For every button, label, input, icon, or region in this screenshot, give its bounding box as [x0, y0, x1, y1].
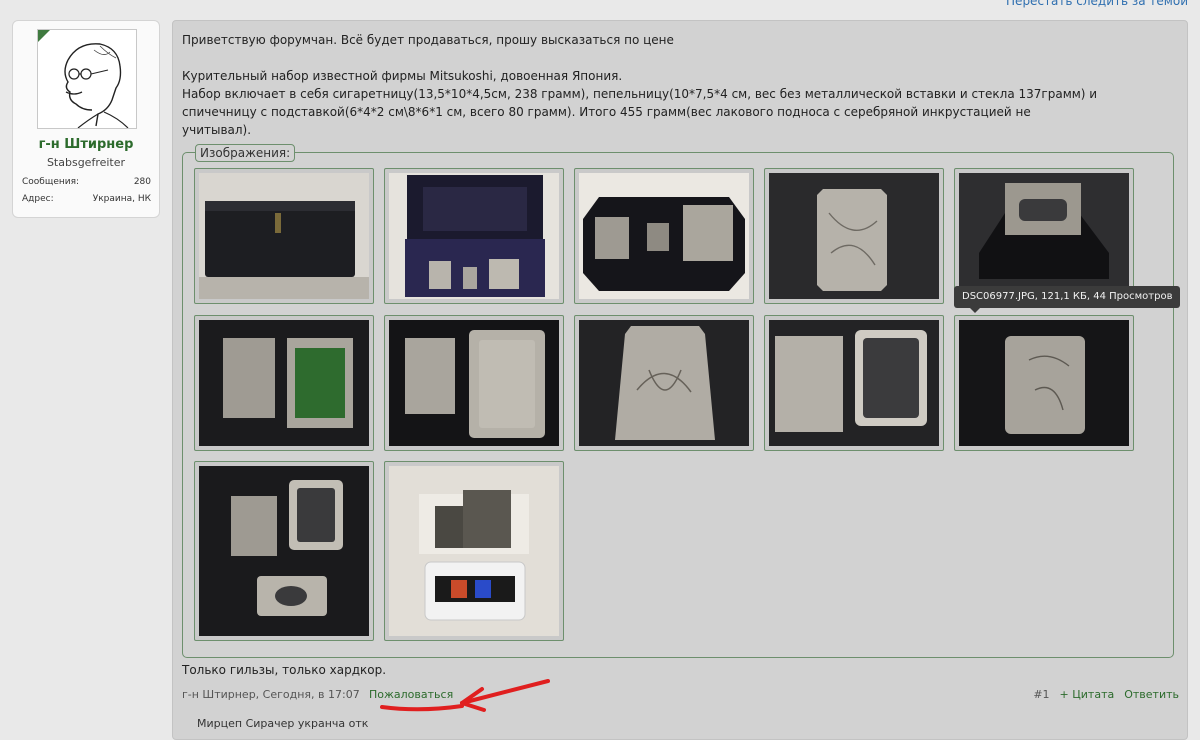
thumbnail[interactable]	[194, 315, 374, 451]
photo-on-scale-icon	[389, 466, 559, 636]
user-card: г-н Штирнер Stabsgefreiter Сообщения: 28…	[12, 20, 160, 218]
photo-open-box-icon	[389, 173, 559, 299]
photo-match-holder-icon	[959, 173, 1129, 299]
thumbnail[interactable]	[574, 168, 754, 304]
thumbnail[interactable]	[194, 461, 374, 641]
photo-tray-set-icon	[579, 173, 749, 299]
unfollow-thread-link[interactable]: Перестать следить за темой	[1006, 0, 1188, 8]
thumbnail[interactable]	[384, 461, 564, 641]
post-line: учитывал).	[182, 123, 252, 137]
stat-value: 280	[133, 177, 151, 187]
photo-case-and-lid-icon	[389, 320, 559, 446]
post-line: Набор включает в себя сигаретницу(13,5*1…	[182, 87, 1098, 101]
photo-case-and-tray-icon	[199, 320, 369, 446]
thumbnail[interactable]	[574, 315, 754, 451]
post-line: спичечницу с подставкой(6*4*2 см\8*6*1 с…	[182, 105, 1031, 119]
stat-label: Сообщения:	[22, 177, 80, 187]
image-tooltip: DSC06977.JPG, 121,1 КБ, 44 Просмотров	[954, 286, 1181, 313]
thumbnail[interactable]	[194, 168, 374, 304]
post-controls: #1 + Цитата Ответить	[1033, 688, 1179, 701]
post-line: Курительный набор известной фирмы Mitsuk…	[182, 69, 623, 83]
photo-full-set-icon	[199, 466, 369, 636]
portrait-sketch-icon	[64, 43, 129, 128]
quote-button[interactable]: + Цитата	[1060, 688, 1115, 701]
post-greeting: Приветствую форумчан. Всё будет продават…	[182, 33, 674, 47]
online-indicator	[38, 30, 50, 42]
reply-button[interactable]: Ответить	[1124, 688, 1179, 701]
stat-posts: Сообщения: 280	[22, 177, 151, 187]
post-signature: Только гильзы, только хардкор.	[182, 663, 387, 677]
attachments-label: Изображения:	[195, 144, 296, 162]
stat-value: Украина, НК	[92, 194, 151, 204]
thumbnail[interactable]	[954, 168, 1134, 304]
thumbnail[interactable]	[764, 315, 944, 451]
post-number-link[interactable]: #1	[1033, 688, 1049, 701]
attachments-box: Изображения:	[182, 144, 1174, 658]
post-meta: г-н Штирнер, Сегодня, в 17:07	[182, 688, 360, 701]
photo-ashtray-open-icon	[769, 320, 939, 446]
next-post-text: Мирцеп Сирачер укранча отк	[197, 717, 369, 730]
photo-case-bird-icon	[959, 320, 1129, 446]
photo-closed-box-icon	[199, 173, 369, 299]
thumbnail[interactable]	[384, 315, 564, 451]
photo-engraved-lid-icon	[579, 320, 749, 446]
user-rank: Stabsgefreiter	[46, 156, 126, 169]
thumbnail[interactable]	[384, 168, 564, 304]
photo-engraved-case-icon	[769, 173, 939, 299]
stat-location: Адрес: Украина, НК	[22, 194, 151, 204]
post-panel: Приветствую форумчан. Всё будет продават…	[172, 20, 1188, 740]
report-link[interactable]: Пожаловаться	[369, 688, 453, 701]
stat-label: Адрес:	[22, 194, 54, 204]
thumbnail[interactable]	[954, 315, 1134, 451]
username[interactable]: г-н Штирнер	[13, 137, 159, 152]
avatar[interactable]	[37, 29, 137, 129]
thumbnail[interactable]	[764, 168, 944, 304]
